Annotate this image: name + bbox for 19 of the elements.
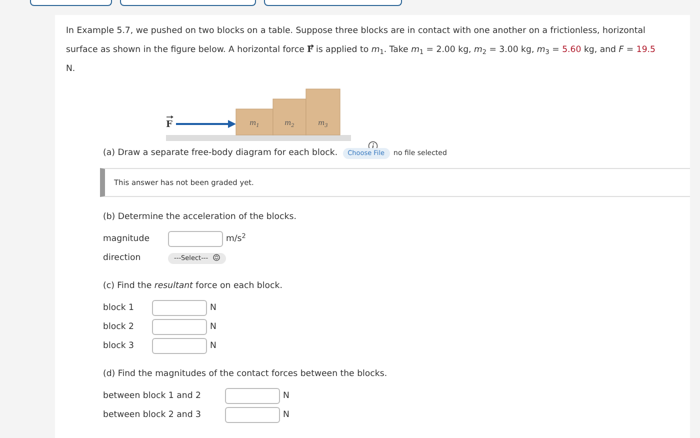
unit-label: N: [283, 408, 290, 422]
question-text: (d) Find the magnitudes of the contact forces between the blocks.: [103, 368, 388, 381]
question-text: (b) Determine the acceleration of the blocks.: [103, 211, 298, 224]
question-text: (a) Draw a separate free-body diagram for each block.: [103, 147, 338, 160]
field-label: between block 2 and 3: [103, 408, 202, 422]
field-label: between block 1 and 2: [103, 390, 202, 403]
force-label: F: [166, 120, 172, 130]
question-text: (c) Find the resultant force on each block.: [103, 280, 284, 293]
field-label: block 2: [103, 320, 136, 334]
unit-label: N: [210, 340, 216, 353]
field-label: block 1: [103, 302, 136, 315]
field-label: magnitude: [103, 232, 150, 246]
problem-statement: In Example 5.7, we pushed on two blocks on a table. Suppose three blocks are in contact with one another on a frictionless, horizontal surface as shown in the figure below. A horizontal force F is applied to m$_{1}$. Take m$_{1}$ = 2.00 kg, m$_{2}$ = 3.00 kg, m$_{3}$ = 5.60 kg, and F = 19.5 N.: [66, 25, 657, 76]
unit-label: m/s$^{2}$: [226, 232, 246, 246]
unit-label: N: [283, 390, 290, 403]
field-label: direction: [103, 252, 142, 265]
unit-label: N: [210, 320, 216, 334]
field-label: block 3: [103, 340, 136, 353]
unit-label: N: [210, 302, 216, 315]
